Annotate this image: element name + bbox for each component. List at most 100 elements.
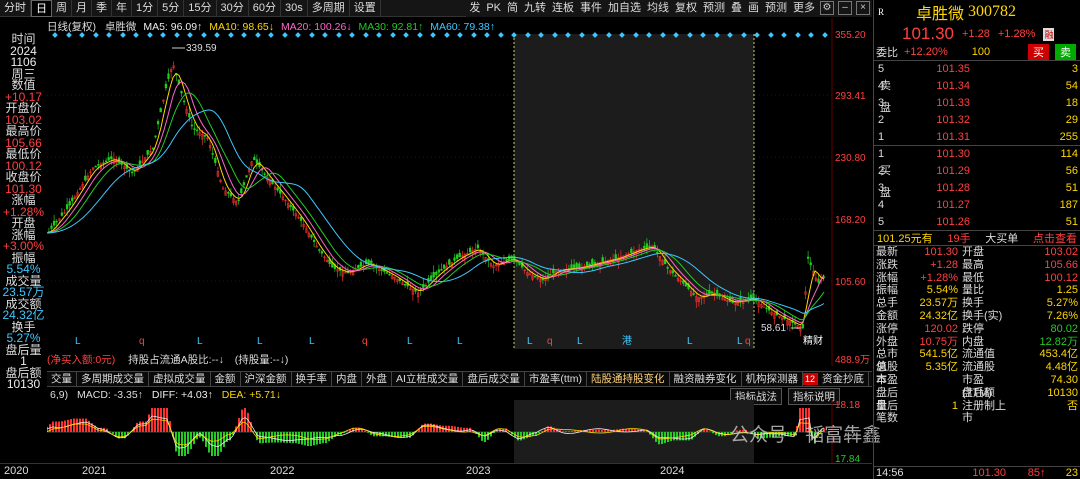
period-tab[interactable]: 30分 [217, 0, 249, 17]
event-marker [754, 32, 760, 38]
commission-ratio: +12.20% [904, 46, 948, 58]
indicator-tab[interactable]: 内盘 [332, 372, 362, 386]
indicator-tab[interactable]: 交量 [47, 372, 77, 386]
candlestick-chart[interactable]: 355.20 293.41 230.80 168.20 105.60 488.9万 339.… [47, 18, 872, 366]
period-tab[interactable]: 设置 [350, 0, 381, 17]
indicator-tab[interactable]: AI立桩成交量 [392, 372, 464, 386]
event-label: q [362, 336, 368, 347]
indicator-tab[interactable]: 盘后成交量 [463, 372, 525, 386]
tick-price: 101.30 [972, 467, 1006, 479]
period-tab[interactable]: 月 [72, 0, 92, 17]
candle-body [674, 275, 677, 277]
info-val: 否 [1067, 399, 1078, 412]
indicator-tab[interactable]: 外盘 [362, 372, 392, 386]
tool-tab[interactable]: 预测 [700, 0, 728, 17]
net-buy-label: (净买入额:0元) [47, 354, 116, 366]
buy-button[interactable]: 买 [1028, 44, 1049, 60]
period-tab[interactable]: 1分 [132, 0, 159, 17]
sell-button[interactable]: 卖 [1055, 44, 1076, 60]
indicator-tab[interactable]: 金额 [211, 372, 241, 386]
candle-body [793, 323, 797, 325]
order-volume: 51 [1065, 215, 1078, 228]
indicator-tab[interactable]: 市盈率(ttm) [525, 372, 587, 386]
indicator-tab[interactable]: 虚拟成交量 [149, 372, 211, 386]
order-row: 5 101.26 51 [874, 213, 1080, 230]
info-val: 103.02 [1044, 245, 1078, 258]
candle-body [318, 249, 321, 251]
event-label: L [75, 336, 81, 347]
tool-tab[interactable]: 预测 [762, 0, 790, 17]
settings-icon[interactable]: ⚙ [820, 1, 834, 15]
event-label: L [407, 336, 413, 347]
period-tab[interactable]: 15分 [184, 0, 217, 17]
info-row: 最新 101.30 开盘 103.02 [874, 246, 1080, 259]
candle-body [159, 108, 162, 113]
indicator-tab[interactable]: 12 [803, 373, 819, 385]
candle-body [299, 216, 303, 221]
candle-body [367, 259, 370, 264]
tool-tab[interactable]: PK [483, 0, 504, 17]
event-label: L [309, 336, 315, 347]
close-icon[interactable]: × [856, 1, 870, 15]
order-row: 4 101.34 54 [874, 78, 1080, 95]
event-marker [484, 32, 490, 38]
tool-tab[interactable]: 加自选 [605, 0, 644, 17]
tool-tab[interactable]: 叠 [728, 0, 745, 17]
indicator-tab[interactable]: 多周期成交量 [77, 372, 149, 386]
event-marker [822, 32, 828, 38]
tool-tab[interactable]: 更多 [790, 0, 818, 17]
indicator-tab[interactable]: 资金抄底 [818, 372, 870, 386]
event-label: q [139, 336, 145, 347]
candle-body [55, 220, 58, 223]
order-price: 101.30 [936, 148, 970, 161]
tool-tab[interactable]: 发 [466, 0, 483, 17]
candle-body [229, 193, 233, 197]
indicator-tab[interactable]: 机构探测器 [742, 372, 803, 386]
info-val: 74.30 [1050, 373, 1078, 386]
period-tab[interactable]: 年 [112, 0, 132, 17]
candle-body [591, 259, 594, 265]
indicator-tab[interactable]: 沪深金额 [241, 372, 292, 386]
candle-body [458, 252, 461, 258]
period-tab[interactable]: 周 [52, 0, 72, 17]
price-tick: 230.80 [835, 153, 866, 164]
bid-book: 1 101.30 114 2 101.29 56 3 101.28 51 4 101.27 187 5 1… [874, 146, 1080, 230]
price-tick: 293.41 [835, 91, 866, 102]
book-side-label: 买盘 [880, 160, 892, 204]
tick-time: 14:56 [876, 467, 904, 479]
candle-body [357, 265, 360, 269]
indicator-tab[interactable]: 换手率 [292, 372, 332, 386]
period-tab[interactable]: 多周期 [308, 0, 350, 17]
big-order-link[interactable]: 点击查看 [1033, 230, 1077, 246]
period-tab[interactable]: 5分 [158, 0, 185, 17]
order-price: 101.28 [936, 181, 970, 194]
indicator-tab[interactable]: 融资融券变化 [670, 372, 742, 386]
tool-tab[interactable]: 九转 [521, 0, 549, 17]
candle-body [107, 157, 110, 161]
tool-tab[interactable]: 连板 [549, 0, 577, 17]
indicator-tab[interactable]: 陆股通持股变化 [587, 372, 670, 386]
tool-tab[interactable]: 画 [745, 0, 762, 17]
minus-icon[interactable]: – [838, 1, 852, 15]
info-val [906, 387, 958, 400]
tool-tab[interactable]: 简 [504, 0, 521, 17]
period-tab[interactable]: 60分 [249, 0, 281, 17]
period-tab[interactable]: 季 [92, 0, 112, 17]
event-label: L [737, 336, 743, 347]
tool-tab[interactable]: 均线 [644, 0, 672, 17]
period-tab[interactable]: 分时 [0, 0, 31, 17]
tool-tab[interactable]: 复权 [672, 0, 700, 17]
tool-tab[interactable]: 事件 [577, 0, 605, 17]
year-label: 2020 [4, 465, 29, 477]
period-tab[interactable]: 30s [281, 0, 308, 17]
candle-body [289, 204, 292, 207]
info-key: 金额 [876, 309, 898, 322]
event-marker [79, 32, 85, 38]
info-key: 盘后笔数 [876, 399, 898, 425]
info-key: 总股本 [876, 361, 898, 386]
candle-body [310, 234, 313, 238]
big-order-count: 19手 [947, 232, 971, 245]
stock-title: 卓胜微 [916, 6, 965, 23]
candle-body [656, 251, 659, 254]
period-tab[interactable]: 日 [31, 0, 52, 17]
